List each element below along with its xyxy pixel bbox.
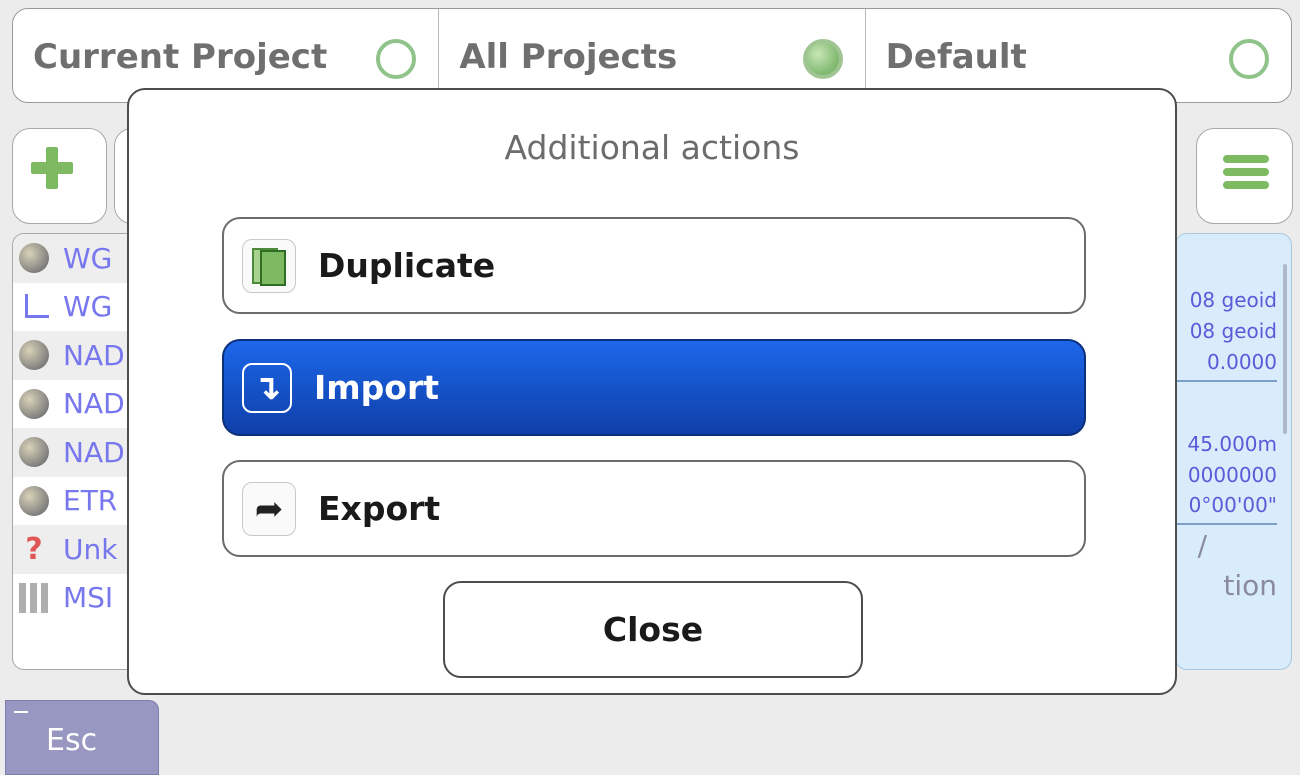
list-options-button[interactable]	[1196, 128, 1293, 224]
import-button[interactable]: ↴ Import	[222, 339, 1086, 436]
radio-selected-icon	[802, 39, 843, 79]
divider	[1176, 523, 1277, 525]
detail-text: 45.000m	[1187, 432, 1277, 456]
add-button[interactable]	[12, 128, 107, 224]
export-button[interactable]: ➦ Export	[222, 460, 1086, 557]
detail-text: tion	[1223, 569, 1277, 602]
detail-text: 08 geoid	[1189, 288, 1277, 312]
esc-button[interactable]: Esc	[5, 700, 159, 775]
detail-text: /	[1197, 529, 1207, 562]
radio-icon	[1228, 39, 1269, 79]
question-icon: ?	[25, 531, 43, 567]
duplicate-icon	[242, 238, 296, 293]
grid-icon	[19, 582, 49, 613]
export-label: Export	[318, 489, 441, 528]
radio-icon	[376, 39, 417, 79]
globe-icon	[19, 340, 49, 371]
axes-icon	[19, 292, 49, 322]
list-item-label: NAD	[63, 387, 125, 421]
tab-label: Current Project	[33, 37, 328, 77]
close-label: Close	[602, 610, 704, 649]
duplicate-button[interactable]: Duplicate	[222, 217, 1086, 314]
detail-text: 0.0000	[1207, 350, 1277, 374]
esc-label: Esc	[46, 723, 98, 758]
list-menu-icon	[1223, 155, 1269, 201]
scrollbar[interactable]	[1283, 264, 1287, 434]
details-panel: 08 geoid 08 geoid 0.0000 45.000m 0000000…	[1175, 233, 1292, 670]
esc-indicator	[14, 711, 28, 713]
list-item-label: NAD	[63, 338, 125, 372]
divider	[1176, 380, 1277, 382]
tab-label: Default	[885, 37, 1027, 77]
detail-text: 0°00'00"	[1188, 493, 1277, 517]
import-icon: ↴	[242, 362, 292, 413]
detail-text: 0000000	[1187, 463, 1277, 487]
globe-icon	[19, 243, 49, 274]
globe-icon	[19, 437, 49, 468]
list-item-label: ETR	[63, 484, 118, 518]
import-label: Import	[314, 368, 440, 407]
duplicate-label: Duplicate	[318, 246, 496, 285]
detail-text: 08 geoid	[1189, 319, 1277, 343]
list-item-label: NAD	[63, 435, 125, 469]
close-button[interactable]: Close	[443, 581, 863, 678]
globe-icon	[19, 388, 49, 419]
plus-icon-bar	[31, 162, 73, 174]
dialog-title: Additional actions	[504, 128, 800, 167]
export-icon: ➦	[242, 481, 296, 536]
tab-label: All Projects	[459, 37, 678, 77]
additional-actions-dialog: Additional actions Duplicate ↴ Import ➦ …	[127, 88, 1177, 695]
list-item-label: WG	[63, 290, 113, 324]
list-item-label: Unk	[63, 532, 118, 566]
list-item-label: WG	[63, 241, 113, 275]
globe-icon	[19, 485, 49, 516]
list-item-label: MSI	[63, 581, 114, 615]
